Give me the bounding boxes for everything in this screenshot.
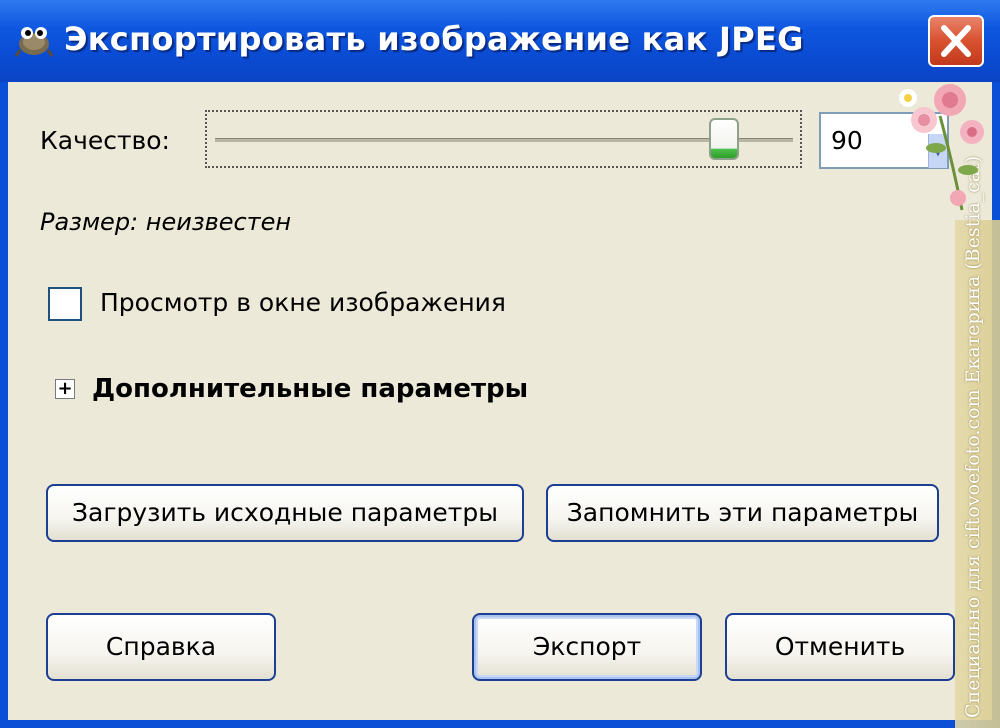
preview-checkbox[interactable] [48, 287, 82, 321]
gimp-icon [14, 27, 54, 57]
watermark-text: Специально для ciftovoefoto.com Екатерин… [962, 155, 984, 718]
file-size-label: Размер: неизвестен [40, 208, 292, 236]
dialog-content: Качество: 90 ▼ Размер: неизвестен Просмо… [8, 82, 992, 720]
cancel-button[interactable]: Отменить [725, 613, 955, 681]
advanced-options-expander[interactable]: Дополнительные параметры [92, 374, 528, 404]
help-button[interactable]: Справка [46, 613, 276, 681]
quality-value[interactable]: 90 [831, 126, 863, 155]
export-button[interactable]: Экспорт [472, 613, 702, 681]
close-icon [941, 25, 971, 57]
window-title: Экспортировать изображение как JPEG [64, 20, 804, 58]
save-defaults-button[interactable]: Запомнить эти параметры [546, 484, 939, 542]
close-button[interactable] [928, 15, 984, 67]
quality-slider[interactable] [205, 110, 802, 168]
preview-label[interactable]: Просмотр в окне изображения [100, 288, 506, 317]
quality-label: Качество: [40, 126, 170, 155]
slider-track[interactable] [215, 138, 793, 142]
slider-thumb[interactable] [709, 118, 739, 160]
load-defaults-button[interactable]: Загрузить исходные параметры [46, 484, 524, 542]
expand-plus-icon[interactable]: + [55, 379, 75, 399]
export-jpeg-dialog: Экспортировать изображение как JPEG Каче… [0, 0, 1000, 728]
flower-decoration-icon [899, 84, 984, 211]
title-bar[interactable]: Экспортировать изображение как JPEG [0, 0, 1000, 82]
